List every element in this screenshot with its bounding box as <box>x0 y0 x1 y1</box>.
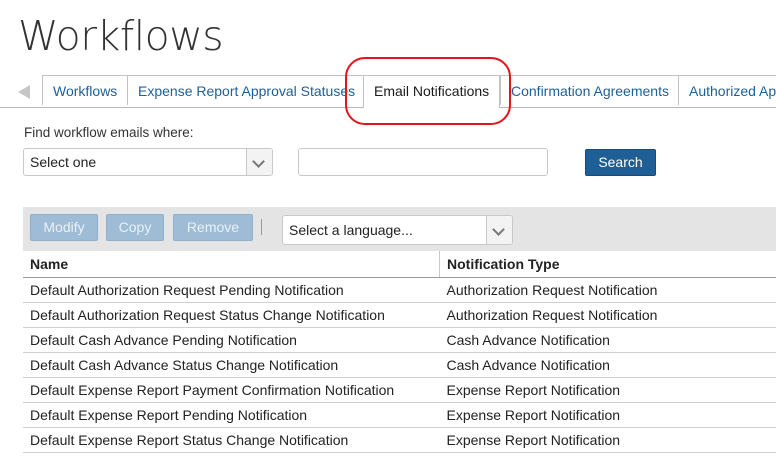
table-row[interactable]: Default Expense Report Payment Confirmat… <box>23 377 776 403</box>
cell-notification-type: Expense Report Notification <box>439 427 776 453</box>
tab-workflows[interactable]: Workflows <box>42 75 129 105</box>
copy-button[interactable]: Copy <box>106 214 164 241</box>
filter-query-input[interactable] <box>298 148 548 176</box>
column-header-notification-type[interactable]: Notification Type <box>439 251 776 278</box>
chevron-down-icon <box>492 223 505 236</box>
chevron-down-icon <box>252 155 265 168</box>
filter-field-select[interactable]: Select one <box>23 148 273 176</box>
search-button[interactable]: Search <box>585 149 656 176</box>
cell-notification-type: Expense Report Notification <box>439 377 776 403</box>
table-row[interactable]: Default Expense Report Status Change Not… <box>23 427 776 453</box>
tab-confirmation-agreements[interactable]: Confirmation Agreements <box>500 75 680 105</box>
cell-name: Default Expense Report Pending Notificat… <box>23 402 440 428</box>
cell-notification-type: Cash Advance Notification <box>439 327 776 353</box>
language-select-value: Select a language... <box>289 222 413 238</box>
remove-button[interactable]: Remove <box>173 214 253 241</box>
table-header-row: Name Notification Type <box>23 251 776 278</box>
cell-notification-type: Expense Report Notification <box>439 402 776 428</box>
filter-field-dropdown-button[interactable] <box>246 149 272 175</box>
notifications-table: Name Notification Type Default Authoriza… <box>23 251 776 453</box>
filter-label: Find workflow emails where: <box>24 125 194 140</box>
cell-name: Default Cash Advance Status Change Notif… <box>23 352 440 378</box>
cell-name: Default Expense Report Payment Confirmat… <box>23 377 440 403</box>
cell-notification-type: Authorization Request Notification <box>439 302 776 328</box>
tab-scroll-left-icon[interactable] <box>18 85 30 99</box>
modify-button[interactable]: Modify <box>30 214 98 241</box>
filter-field-select-value: Select one <box>30 154 97 170</box>
toolbar-divider <box>261 219 262 235</box>
cell-name: Default Expense Report Status Change Not… <box>23 427 440 453</box>
page-title: Workflows <box>18 12 224 60</box>
tab-email-notifications[interactable]: Email Notifications <box>363 75 501 108</box>
table-row[interactable]: Default Expense Report Pending Notificat… <box>23 402 776 428</box>
table-row[interactable]: Default Cash Advance Pending Notificatio… <box>23 327 776 353</box>
tab-bar: Workflows Expense Report Approval Status… <box>0 74 776 108</box>
cell-notification-type: Authorization Request Notification <box>439 277 776 303</box>
table-row[interactable]: Default Authorization Request Status Cha… <box>23 302 776 328</box>
cell-name: Default Cash Advance Pending Notificatio… <box>23 327 440 353</box>
cell-name: Default Authorization Request Status Cha… <box>23 302 440 328</box>
action-toolbar: Modify Copy Remove Select a language... <box>23 207 776 251</box>
tab-expense-report-approval-statuses[interactable]: Expense Report Approval Statuses <box>127 75 367 105</box>
table-row[interactable]: Default Cash Advance Status Change Notif… <box>23 352 776 378</box>
language-dropdown-button[interactable] <box>486 216 512 244</box>
column-header-name[interactable]: Name <box>23 251 440 278</box>
tab-authorized-ap[interactable]: Authorized Ap <box>678 75 776 105</box>
cell-name: Default Authorization Request Pending No… <box>23 277 440 303</box>
cell-notification-type: Cash Advance Notification <box>439 352 776 378</box>
language-select[interactable]: Select a language... <box>282 215 513 245</box>
table-row[interactable]: Default Authorization Request Pending No… <box>23 277 776 303</box>
